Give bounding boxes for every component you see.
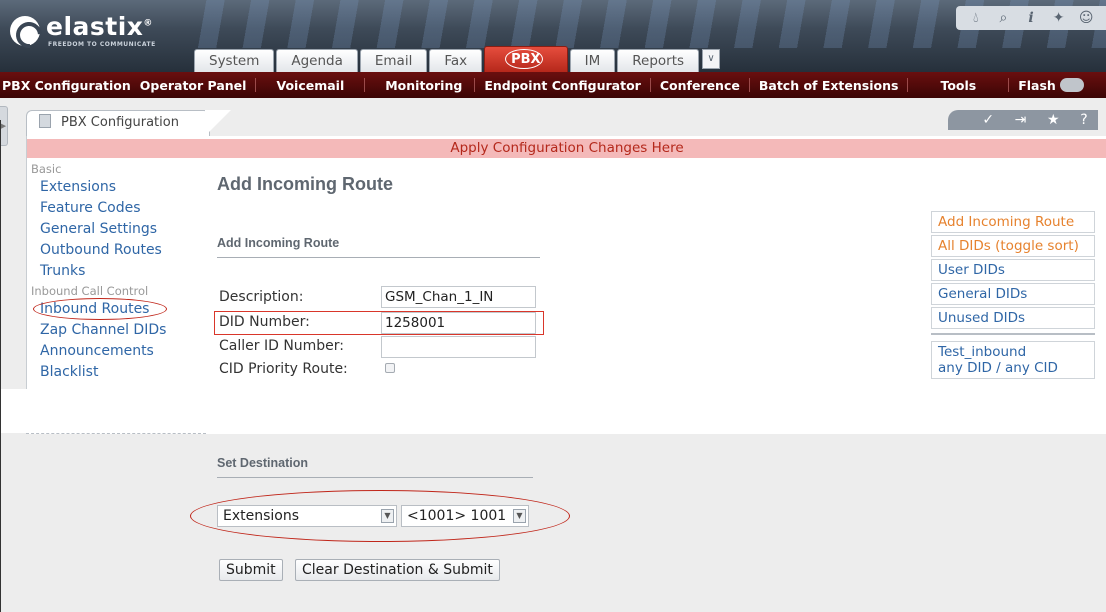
route-match: any DID / any CID <box>938 360 1058 376</box>
collapse-sidebar-handle[interactable]: ▶ <box>0 106 8 146</box>
left-navigation: Basic Extensions Feature Codes General S… <box>27 161 207 383</box>
menu-tools[interactable]: Tools <box>908 78 1008 93</box>
nav-group-basic: Basic <box>31 162 62 176</box>
menu-voicemail[interactable]: Voicemail <box>256 78 364 93</box>
tab-agenda[interactable]: Agenda <box>276 49 358 72</box>
page-title: Add Incoming Route <box>217 174 393 194</box>
rnav-general-dids[interactable]: General DIDs <box>931 283 1095 305</box>
submit-button[interactable]: Submit <box>219 559 283 581</box>
tab-label: System <box>209 53 260 69</box>
rnav-user-dids[interactable]: User DIDs <box>931 259 1095 281</box>
clear-destination-submit-button[interactable]: Clear Destination & Submit <box>295 559 500 581</box>
did-number-input[interactable] <box>381 312 536 334</box>
menu-endpoint-configurator[interactable]: Endpoint Configurator <box>475 78 650 93</box>
menu-batch-of-extensions[interactable]: Batch of Extensions <box>750 78 908 93</box>
rnav-all-dids[interactable]: All DIDs (toggle sort) <box>931 235 1095 257</box>
edit-icon[interactable]: ✓︎ <box>982 112 994 128</box>
description-label: Description: <box>219 289 304 305</box>
pin-icon[interactable]: ⇥ <box>1015 112 1027 128</box>
drop-icon[interactable]: 💧︎ <box>967 10 985 26</box>
section-heading-set-destination: Set Destination <box>217 456 533 478</box>
nav-item-announcements[interactable]: Announcements <box>27 341 207 362</box>
dropdown-arrow-icon: ▼ <box>381 509 394 523</box>
nav-item-zap-channel-dids[interactable]: Zap Channel DIDs <box>27 320 207 341</box>
nav-item-outbound-routes[interactable]: Outbound Routes <box>27 240 207 261</box>
tab-corner <box>205 110 231 136</box>
logo-wordmark: elastix <box>46 12 144 41</box>
user-icon[interactable]: ☺ <box>1077 10 1095 26</box>
tab-reports[interactable]: Reports <box>617 49 700 72</box>
puzzle-icon[interactable]: ✦ <box>1050 10 1068 26</box>
module-menu-bar: PBX Configuration Operator Panel Voicema… <box>0 72 1106 98</box>
rnav-add-incoming-route[interactable]: Add Incoming Route <box>931 211 1095 233</box>
nav-item-blacklist[interactable]: Blacklist <box>27 362 207 383</box>
info-icon[interactable]: i <box>1022 10 1040 26</box>
star-icon[interactable]: ★ <box>1047 112 1060 128</box>
logo-registered: ® <box>143 18 153 29</box>
logo-tagline: FREEDOM TO COMMUNICATE <box>48 41 156 48</box>
route-list-item[interactable]: Test_inbound any DID / any CID <box>931 341 1095 379</box>
tab-label: Reports <box>632 53 685 69</box>
did-number-label: DID Number: <box>219 314 310 330</box>
module-toolbar: ✓︎ ⇥ ★ ? <box>948 110 1098 130</box>
logo-mark-icon <box>10 16 40 46</box>
tab-im[interactable]: IM <box>569 49 616 72</box>
elastix-logo[interactable]: elastix® FREEDOM TO COMMUNICATE <box>10 12 170 54</box>
menu-conference[interactable]: Conference <box>651 78 749 93</box>
dropdown-arrow-icon: ▼ <box>513 509 526 523</box>
tab-system[interactable]: System <box>194 49 275 72</box>
nav-item-general-settings[interactable]: General Settings <box>27 219 207 240</box>
route-name: Test_inbound <box>938 344 1027 360</box>
section-heading-add-incoming-route: Add Incoming Route <box>217 236 540 258</box>
lower-panel <box>26 434 1106 612</box>
page-icon <box>39 114 51 128</box>
flash-toggle[interactable] <box>1059 78 1084 92</box>
rnav-unused-dids[interactable]: Unused DIDs <box>931 307 1095 329</box>
menu-pbx-configuration[interactable]: PBX Configuration <box>0 78 140 93</box>
left-border <box>0 120 1 612</box>
annotation-circle <box>505 49 544 69</box>
tab-email[interactable]: Email <box>359 49 428 72</box>
screenshot-gap <box>0 389 1106 433</box>
nav-item-extensions[interactable]: Extensions <box>27 177 207 198</box>
module-tab-pbx-configuration[interactable]: PBX Configuration <box>26 110 210 136</box>
caller-id-number-label: Caller ID Number: <box>219 338 345 354</box>
destination-type-value: Extensions <box>223 508 300 524</box>
menu-operator-panel[interactable]: Operator Panel <box>140 78 256 93</box>
description-input[interactable] <box>381 286 536 308</box>
nav-group-inbound-call-control: Inbound Call Control <box>31 284 149 298</box>
destination-type-select[interactable]: Extensions ▼ <box>217 505 397 527</box>
tab-label: Agenda <box>291 53 343 69</box>
tab-label: IM <box>584 53 601 69</box>
module-tab-label: PBX Configuration <box>61 115 179 130</box>
nav-item-inbound-routes[interactable]: Inbound Routes <box>27 298 207 320</box>
tab-label: Email <box>374 53 413 69</box>
top-icon-bar: 💧︎ ⌕ i ✦ ☺ <box>956 6 1106 30</box>
apply-changes-bar[interactable]: Apply Configuration Changes Here <box>27 139 1106 158</box>
right-navigation: Add Incoming Route All DIDs (toggle sort… <box>931 211 1095 379</box>
destination-extension-value: <1001> 1001 <box>407 508 507 524</box>
menu-flash[interactable]: Flash <box>1009 78 1056 93</box>
rnav-divider <box>931 333 1095 335</box>
search-icon[interactable]: ⌕ <box>994 10 1012 26</box>
nav-item-trunks[interactable]: Trunks <box>27 261 207 282</box>
caller-id-number-input[interactable] <box>381 336 536 358</box>
tab-label: Fax <box>444 53 468 69</box>
app-header: elastix® FREEDOM TO COMMUNICATE 💧︎ ⌕ i ✦… <box>0 0 1106 72</box>
destination-extension-select[interactable]: <1001> 1001 ▼ <box>401 505 529 527</box>
cid-priority-route-label: CID Priority Route: <box>219 361 348 377</box>
menu-monitoring[interactable]: Monitoring <box>365 78 474 93</box>
tab-fax[interactable]: Fax <box>429 49 483 72</box>
main-tab-bar: System Agenda Email Fax PBX IM Reports ∨ <box>194 46 721 72</box>
cid-priority-route-checkbox[interactable] <box>385 363 395 373</box>
nav-item-feature-codes[interactable]: Feature Codes <box>27 198 207 219</box>
more-tabs-chevron-icon[interactable]: ∨ <box>702 49 721 69</box>
tab-pbx[interactable]: PBX <box>484 46 568 72</box>
help-icon[interactable]: ? <box>1080 112 1087 128</box>
annotation-circle <box>33 298 167 320</box>
